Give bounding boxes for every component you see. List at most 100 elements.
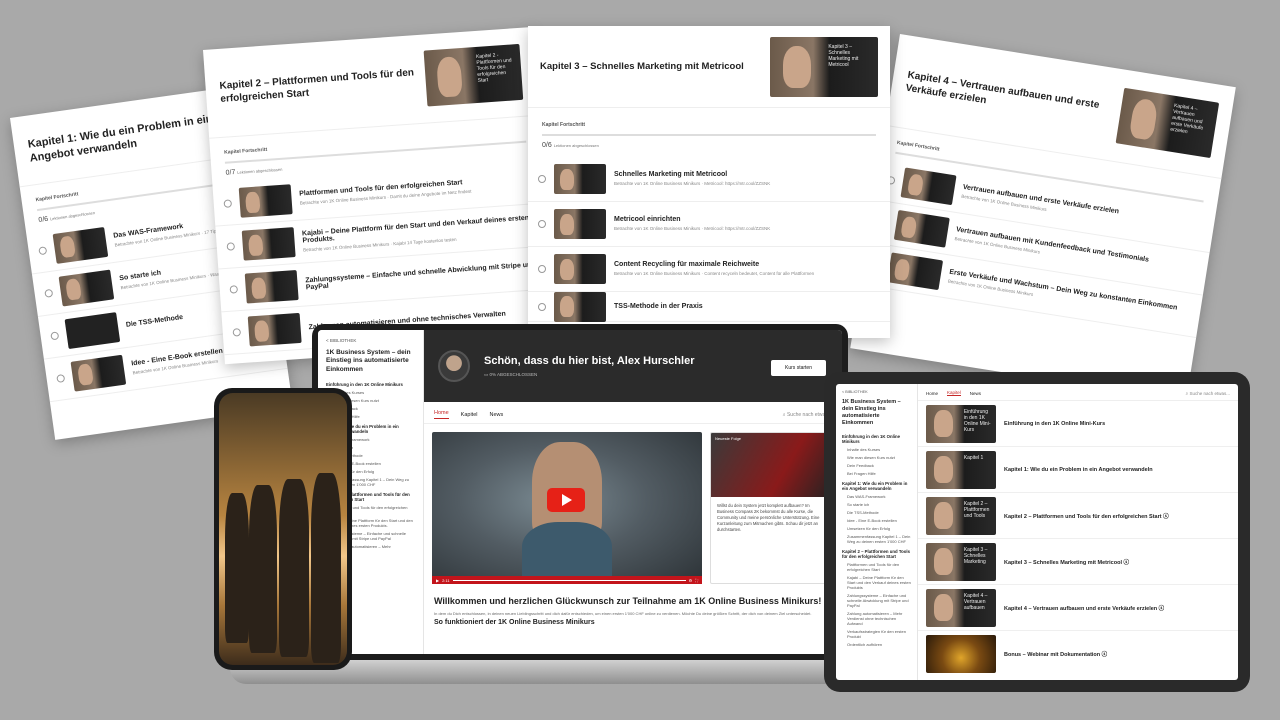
back-link[interactable]: < BIBLIOTHEK — [842, 390, 911, 394]
sidebar-lesson[interactable]: Umsetzen für den Erfolg — [842, 526, 911, 531]
video-time: 2:11 — [442, 577, 450, 583]
chapter-row[interactable]: Bonus – Webinar mit Dokumentation ⓢ — [918, 631, 1238, 677]
sidebar-lesson[interactable]: Bei Fragen Hilfe — [842, 471, 911, 476]
play-circle-icon — [38, 245, 48, 255]
sidebar-lesson[interactable]: Kajabi – Deine Plattform für den Start u… — [842, 575, 911, 590]
promo-image: Neueste Folge — [711, 433, 833, 497]
lesson-desc: Betrachte von 1K Online Business Minikur… — [614, 271, 815, 277]
tab-news[interactable]: News — [970, 391, 981, 396]
lesson-item[interactable]: TSS-Methode in der Praxis — [528, 291, 890, 322]
tab-home[interactable]: Home — [434, 410, 449, 419]
sidebar-section-heading[interactable]: Einführung in den 1K Online Minikurs — [842, 434, 911, 444]
thumbnail-text: Kapitel 3 – Schnelles Marketing — [963, 547, 988, 566]
tab-kapitel[interactable]: Kapitel — [461, 412, 478, 418]
chapter-thumbnail: Kapitel 4 – Vertrauen aufbauen — [926, 588, 996, 627]
lesson-title: Content Recycling für maximale Reichweit… — [614, 261, 760, 269]
progress-status: 0% ABGESCHLOSSEN — [489, 371, 538, 377]
progress-count-sub: Lektionen abgeschlossen — [237, 166, 283, 175]
progress-count-sub: Lektionen abgeschlossen — [49, 209, 96, 221]
sidebar-lesson[interactable]: Das WAS-Framework — [842, 494, 911, 499]
sidebar-lesson[interactable]: Inhalte des Kurses — [842, 447, 911, 452]
chapter-title: Kapitel 1: Wie du ein Problem in ein Ang… — [1004, 466, 1153, 473]
sidebar-section-heading[interactable]: Kapitel 2 – Plattformen und Tools für de… — [842, 549, 911, 559]
lesson-item[interactable]: Metricool einrichten Betrachte von 1K Onl… — [528, 202, 890, 247]
thumbnail-text: Kapitel 1 — [963, 455, 984, 462]
sidebar-lesson[interactable]: So starte ich — [842, 502, 911, 507]
lesson-title: TSS-Methode in der Praxis — [614, 303, 703, 310]
chapter-thumbnail: Kapitel 3 – Schnelles Marketing — [926, 542, 996, 581]
sidebar-lesson[interactable]: Plattformen und Tools für den erfolgreic… — [842, 562, 911, 572]
course-sidebar: < BIBLIOTHEK 1K Business System – dein E… — [836, 384, 918, 680]
sidebar-lesson[interactable]: Die TSS-Methode — [842, 510, 911, 515]
tab-home[interactable]: Home — [926, 391, 938, 396]
sidebar-section-heading[interactable]: Einführung in den 1K Online Minikurs — [326, 382, 415, 387]
tablet: < BIBLIOTHEK 1K Business System – dein E… — [824, 372, 1250, 692]
promo-text: Willst du dein System jetzt komplett auf… — [717, 503, 820, 532]
start-course-button[interactable]: Kurs starten — [771, 360, 826, 376]
course-title: 1K Business System – dein Einstieg ins a… — [842, 399, 901, 427]
soldier-silhouette — [311, 473, 341, 663]
sidebar-lesson[interactable]: Dein Feedback — [842, 463, 911, 468]
lesson-item[interactable]: Content Recycling für maximale Reichweit… — [528, 247, 890, 292]
chapter-title: Kapitel 2 – Plattformen und Tools für de… — [1004, 513, 1169, 520]
chapter-thumbnail: Kapitel 4 – Vertrauen aufbauen und erste… — [1115, 87, 1220, 159]
chapter-title: Kapitel 4 – Vertrauen aufbauen und erste… — [904, 69, 1101, 111]
progress-count-sub: Lektionen abgeschlossen — [553, 143, 599, 148]
sidebar-lesson[interactable]: Zusammenfassung Kapitel 1 – Dein Weg zu … — [842, 534, 911, 544]
laptop: < BIBLIOTHEK 1K Business System – dein E… — [312, 324, 848, 660]
presenter-shirt — [522, 522, 612, 584]
sidebar-lesson[interactable]: Ordentlich aufhören — [842, 642, 911, 647]
chapter-row[interactable]: Einführung in den 1K Online Mini-Kurs Ein… — [918, 401, 1238, 447]
lesson-thumbnail — [554, 291, 606, 322]
lesson-thumbnail — [238, 184, 293, 218]
lesson-thumbnail — [900, 167, 957, 206]
play-icon[interactable]: ▶ — [436, 578, 439, 583]
play-button[interactable] — [547, 488, 585, 512]
monitor-icon: ▭ — [484, 371, 489, 377]
sidebar-section-heading[interactable]: Kapitel 1: Wie du ein Problem in ein Ang… — [842, 481, 911, 491]
tab-kapitel[interactable]: Kapitel — [947, 390, 961, 396]
video-progress[interactable] — [452, 579, 686, 581]
settings-icon[interactable]: ⚙ — [689, 578, 693, 583]
play-circle-icon — [538, 265, 546, 273]
tab-bar: Home Kapitel News ⌕ Suche nach etwas... — [918, 384, 1238, 401]
sidebar-lesson[interactable]: Verkaufsstrategien für den ersten Produk… — [842, 629, 911, 639]
sidebar-lesson[interactable]: Zahlung automatisieren – Mehr Verdienst … — [842, 611, 911, 626]
fullscreen-icon[interactable]: ⛶ — [695, 578, 698, 583]
sidebar-lesson[interactable]: Idee - Eine E-Book erstellen — [842, 518, 911, 523]
search-placeholder: Suche nach etwas... — [1189, 390, 1230, 396]
thumbnail-text: Kapitel 4 – Vertrauen aufbauen — [963, 593, 988, 612]
lesson-item[interactable]: Schnelles Marketing mit Metricool Betrach… — [528, 157, 890, 202]
sidebar-lesson[interactable]: Zahlungssysteme – Einfache und schnelle … — [842, 593, 911, 608]
play-circle-icon — [538, 175, 546, 183]
search-icon: ⌕ — [1185, 390, 1189, 396]
video-player[interactable]: ▶ 2:11 ⚙ ⛶ — [432, 432, 702, 584]
video-controls[interactable]: ▶ 2:11 ⚙ ⛶ — [432, 576, 702, 584]
search-input[interactable]: ⌕ Suche nach etwas... — [1186, 391, 1230, 396]
chapter-row[interactable]: Kapitel 4 – Vertrauen aufbauen Kapitel 4 … — [918, 585, 1238, 631]
lesson-title: Metricool einrichten — [614, 216, 681, 224]
soldier-silhouette — [249, 485, 277, 653]
chapter-row[interactable]: Kapitel 1 Kapitel 1: Wie du ein Problem i… — [918, 447, 1238, 493]
lesson-thumbnail — [893, 209, 950, 248]
lesson-desc: Betrachte von 1K Online Business Minikur… — [614, 226, 771, 232]
progress-bar — [542, 134, 876, 136]
chapter-row[interactable]: Kapitel 3 – Schnelles Marketing Kapitel 3… — [918, 539, 1238, 585]
lesson-thumbnail — [554, 164, 606, 194]
lesson-thumbnail — [241, 227, 296, 261]
promo-card[interactable]: Neueste Folge Willst du dein System jetz… — [710, 432, 834, 584]
lesson-thumbnail — [244, 270, 299, 304]
play-circle-icon — [56, 373, 66, 383]
chapter-title: Kapitel 2 – Plattformen und Tools für de… — [219, 66, 415, 105]
welcome-subheading: So funktioniert der 1K Online Business M… — [434, 619, 595, 627]
course-title: 1K Business System – dein Einstieg ins a… — [326, 349, 411, 373]
lesson-thumbnail — [554, 254, 606, 284]
sidebar-lesson[interactable]: Wie man diesen Kurs nutzt — [842, 455, 911, 460]
play-circle-icon — [223, 199, 233, 208]
tab-news[interactable]: News — [490, 412, 504, 418]
lesson-thumbnail — [247, 312, 302, 347]
chapter-row[interactable]: Kapitel 2 – Plattformen und Tools Kapitel… — [918, 493, 1238, 539]
soldier-silhouette — [279, 479, 309, 657]
chapter-title: Kapitel 3 – Schnelles Marketing mit Metr… — [1004, 559, 1130, 566]
back-link[interactable]: < BIBLIOTHEK — [326, 338, 415, 343]
